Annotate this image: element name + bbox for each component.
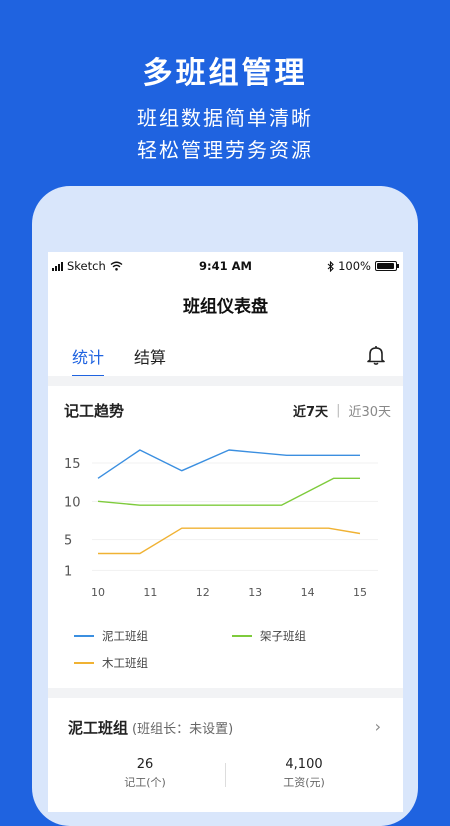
x-tick-label: 10 bbox=[91, 586, 105, 599]
range-30-days[interactable]: 近30天 bbox=[348, 401, 391, 420]
range-divider: | bbox=[336, 403, 341, 418]
y-tick-label: 1 bbox=[64, 564, 72, 579]
team-leader: (班组长：未设置) bbox=[132, 722, 234, 737]
y-tick-label: 5 bbox=[64, 534, 72, 549]
stat-divider bbox=[225, 763, 226, 787]
tab-statistics[interactable]: 统计 bbox=[72, 344, 105, 378]
hero-subtitle: 班组数据简单清晰 轻松管理劳务资源 bbox=[0, 102, 450, 166]
stat-label: 工资(元) bbox=[283, 776, 325, 789]
y-tick-label: 15 bbox=[64, 457, 81, 472]
legend-item-carpentry: 木工班组 bbox=[74, 655, 148, 671]
x-tick-label: 15 bbox=[353, 586, 367, 599]
stat-value: 26 bbox=[136, 757, 154, 772]
status-bar: Sketch 9:41 AM 100% bbox=[48, 252, 403, 280]
stat-wage: 4,100 工资(元) bbox=[244, 757, 364, 790]
legend-label: 架子班组 bbox=[260, 629, 306, 643]
series-line-0 bbox=[97, 449, 360, 479]
x-tick-label: 13 bbox=[248, 586, 262, 599]
legend-swatch bbox=[232, 635, 252, 637]
y-tick-label: 10 bbox=[64, 495, 81, 510]
section-divider bbox=[48, 376, 403, 386]
hero-subtitle-line1: 班组数据简单清晰 bbox=[137, 106, 313, 130]
app-screen: Sketch 9:41 AM 100% 班组仪表盘 统计 结算 记工趋势 近7天… bbox=[48, 252, 403, 812]
battery-percent: 100% bbox=[338, 259, 371, 273]
range-7-days[interactable]: 近7天 bbox=[293, 401, 328, 420]
stat-label: 记工(个) bbox=[124, 776, 166, 789]
legend-swatch bbox=[74, 635, 94, 637]
trend-chart: 15 10 5 1 10 11 12 13 14 15 bbox=[64, 449, 378, 599]
team-name: 泥工班组 bbox=[68, 719, 129, 737]
page-title: 班组仪表盘 bbox=[183, 297, 268, 317]
bell-icon[interactable] bbox=[367, 345, 385, 365]
chevron-right-icon[interactable]: › bbox=[375, 717, 381, 736]
legend-label: 木工班组 bbox=[102, 656, 148, 670]
tab-bar: 统计 结算 bbox=[72, 344, 166, 378]
legend-label: 泥工班组 bbox=[102, 629, 148, 643]
stat-work-count: 26 记工(个) bbox=[85, 757, 205, 790]
hero-subtitle-line2: 轻松管理劳务资源 bbox=[137, 138, 313, 162]
range-switcher: 近7天 | 近30天 bbox=[293, 401, 391, 420]
tab-settlement[interactable]: 结算 bbox=[134, 344, 166, 378]
battery-icon bbox=[375, 261, 399, 271]
legend-item-scaffold: 架子班组 bbox=[232, 628, 306, 644]
team-card-title[interactable]: 泥工班组 (班组长：未设置) bbox=[68, 717, 233, 738]
section-divider bbox=[48, 688, 403, 698]
x-tick-label: 14 bbox=[301, 586, 315, 599]
legend-swatch bbox=[74, 662, 94, 664]
series-line-2 bbox=[98, 527, 361, 555]
x-tick-label: 11 bbox=[143, 586, 157, 599]
trend-card-title: 记工趋势 bbox=[64, 402, 125, 420]
legend-item-mud: 泥工班组 bbox=[74, 628, 148, 644]
x-tick-label: 12 bbox=[196, 586, 210, 599]
bluetooth-icon bbox=[327, 260, 334, 272]
hero-title: 多班组管理 bbox=[142, 56, 308, 91]
stat-value: 4,100 bbox=[285, 757, 323, 772]
